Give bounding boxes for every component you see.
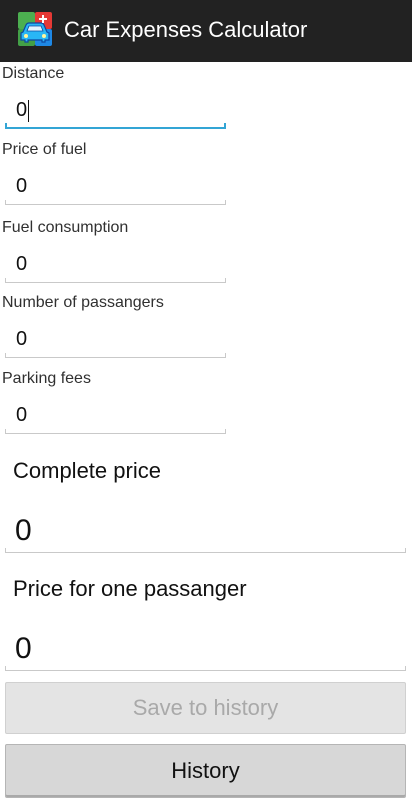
complete-price-value: 0 <box>15 514 32 547</box>
price-per-passenger-label: Price for one passanger <box>13 576 247 601</box>
fuel-consumption-value: 0 <box>16 253 28 275</box>
price-per-passenger-field: 0 <box>5 623 406 671</box>
fuel-consumption-input[interactable]: 0 <box>5 245 226 283</box>
action-bar: Car Expenses Calculator <box>0 0 412 62</box>
history-button[interactable]: History <box>5 744 406 798</box>
parking-fees-value: 0 <box>16 404 28 426</box>
app-title: Car Expenses Calculator <box>64 17 308 42</box>
complete-price-field: 0 <box>5 505 406 553</box>
fuel-price-label: Price of fuel <box>2 141 87 158</box>
complete-price-label: Complete price <box>13 458 161 483</box>
passengers-input[interactable]: 0 <box>5 320 226 358</box>
fuel-price-input[interactable]: 0 <box>5 167 226 205</box>
distance-label: Distance <box>2 65 65 82</box>
fuel-price-value: 0 <box>16 175 28 197</box>
passengers-label: Number of passangers <box>2 294 164 311</box>
parking-fees-input[interactable]: 0 <box>5 396 226 434</box>
save-to-history-button[interactable]: Save to history <box>5 682 406 734</box>
text-cursor <box>28 99 30 122</box>
fuel-consumption-label: Fuel consumption <box>2 219 129 236</box>
passengers-value: 0 <box>16 328 28 350</box>
distance-input[interactable]: 0 <box>5 91 226 129</box>
distance-value: 0 <box>16 99 30 122</box>
parking-fees-label: Parking fees <box>2 370 91 387</box>
price-per-passenger-value: 0 <box>15 632 32 665</box>
car-icon <box>18 12 52 46</box>
